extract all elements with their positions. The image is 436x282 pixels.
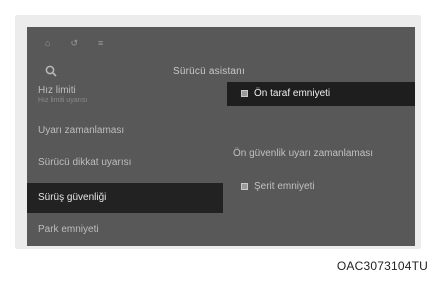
sidebar-item-label: Sürücü dikkat uyarısı <box>38 157 132 168</box>
option-label: Şerit emniyeti <box>254 181 315 192</box>
figure-code: OAC3073104TU <box>336 259 428 273</box>
sidebar-item-sublabel: Hız limiti uyarısı <box>38 97 88 104</box>
sidebar-item-driver-attention[interactable]: Sürücü dikkat uyarısı <box>27 157 223 168</box>
sidebar-item-label: Sürüş güvenliği <box>38 192 107 203</box>
forward-warning-timing-option[interactable]: Ön güvenlik uyarı zamanlaması <box>227 148 415 159</box>
checkbox-icon[interactable] <box>241 89 248 97</box>
checkbox-icon[interactable] <box>241 182 248 190</box>
forward-safety-option[interactable]: Ön taraf emniyeti <box>227 82 415 106</box>
option-label: Ön taraf emniyeti <box>254 88 331 99</box>
back-icon[interactable]: ↺ <box>70 37 78 49</box>
home-icon[interactable]: ⌂ <box>45 37 50 49</box>
option-label: Ön güvenlik uyarı zamanlaması <box>233 148 374 159</box>
sidebar-item-speed-limit[interactable]: Hız limiti Hız limiti uyarısı <box>27 85 223 104</box>
sidebar-item-parking-safety[interactable]: Park emniyeti <box>27 224 223 235</box>
infotainment-screen: ⌂ ↺ ≡ Sürücü asistanı Hız limiti Hız lim… <box>27 27 415 246</box>
sidebar-item-driving-safety[interactable]: Sürüş güvenliği <box>27 183 223 213</box>
menu-icon[interactable]: ≡ <box>98 37 103 49</box>
sidebar-item-label: Uyarı zamanlaması <box>38 125 125 136</box>
lane-safety-option[interactable]: Şerit emniyeti <box>227 181 415 192</box>
top-icon-bar: ⌂ ↺ ≡ <box>45 37 103 49</box>
sidebar-item-label: Park emniyeti <box>38 224 99 235</box>
page-title: Sürücü asistanı <box>173 66 245 77</box>
sidebar-item-warning-timing[interactable]: Uyarı zamanlaması <box>27 125 223 136</box>
search-icon[interactable] <box>45 65 57 77</box>
sidebar-item-label: Hız limiti <box>38 85 76 96</box>
